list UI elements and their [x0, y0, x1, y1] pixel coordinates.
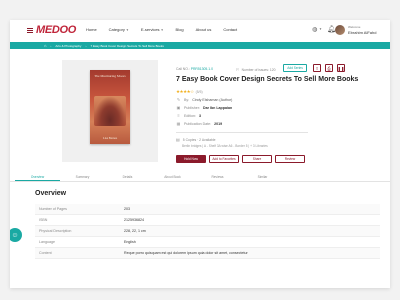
review-button[interactable]: Review [275, 155, 305, 163]
copies-availability: ▤ 5 Copies · 2 Available [176, 137, 216, 142]
overview-table: Number of Pages 203 ISBN 2125936824 Phys… [35, 204, 380, 259]
tab-similar[interactable]: Similar [240, 173, 285, 181]
book-title: 7 Easy Book Cover Design Secrets To Sell… [176, 76, 359, 83]
chevron-right-icon: › [50, 43, 52, 48]
library-location[interactable]: Berlin bridges | A - Shelf 3A wise A6 - … [182, 144, 268, 148]
rating-value: (5/5) [195, 90, 203, 94]
row-label: Number of Pages [39, 207, 67, 211]
nav-item-contact[interactable]: Contact [223, 27, 237, 32]
hamburger-menu-icon[interactable] [27, 28, 33, 33]
action-buttons: Hold Now Add to Favorites Share Review [176, 155, 305, 163]
detail-tabs: Overview Summary Details About Book Revi… [10, 173, 390, 182]
row-value: 203 [124, 207, 130, 211]
calendar-icon: ▦ [176, 121, 181, 126]
cover-title: The Murmuring Moors [94, 74, 126, 78]
user-name[interactable]: Ebrahim AlFahd [348, 30, 376, 35]
book-icon: ▤ [176, 137, 180, 142]
tab-about-book[interactable]: About Book [150, 173, 195, 181]
row-label: Physical Description [39, 229, 72, 233]
nav-item-eservices[interactable]: E-services▼ [141, 27, 164, 32]
app-window: MEDOO Home Category▼ E-services▼ Blog Ab… [10, 20, 390, 288]
divider [176, 132, 308, 133]
nav-item-home[interactable]: Home [86, 27, 97, 32]
edition-row: ≡ Edition: 3 [177, 113, 201, 118]
bookmark-icon: ⚐ [236, 67, 240, 72]
layers-icon: ≡ [177, 113, 180, 118]
publisher-row: ▣ Publisher: Dar Ibn Lappaian [176, 105, 233, 110]
globe-icon[interactable]: ◍ [312, 26, 317, 33]
hold-now-button[interactable]: Hold Now [176, 155, 206, 163]
cover-author: Lisa Barnes [102, 136, 118, 140]
bookmark-icon[interactable]: ❚❚ [337, 64, 345, 72]
welcome-text: Welcome [348, 25, 361, 29]
row-value: 2125936824 [124, 218, 144, 222]
add-to-favorites-button[interactable]: Add to Favorites [209, 155, 239, 163]
share-icon[interactable]: ⇪ [313, 64, 321, 72]
home-icon[interactable]: ⌂ [44, 43, 46, 48]
building-icon: ▣ [176, 105, 181, 110]
nav-item-about[interactable]: About us [196, 27, 212, 32]
author-label: By: [184, 97, 190, 102]
breadcrumb: ⌂ › Arts & Photography › 7 Easy Book Cov… [10, 42, 390, 49]
top-navbar: MEDOO Home Category▼ E-services▼ Blog Ab… [10, 20, 390, 42]
chat-support-icon[interactable]: ☺ [10, 228, 22, 242]
cover-artwork [94, 96, 126, 126]
table-row: Number of Pages 203 [35, 204, 380, 215]
edition-value: 3 [199, 113, 201, 118]
book-image-panel: The Murmuring Moors Lisa Barnes [62, 60, 158, 162]
row-value: English [124, 240, 136, 244]
avatar[interactable] [335, 25, 345, 35]
row-value: Reque porro quisquam est qui dolorem ips… [124, 251, 248, 255]
chevron-down-icon: ▼ [125, 28, 129, 32]
main-nav: Home Category▼ E-services▼ Blog About us… [86, 27, 237, 32]
chevron-down-icon: ▼ [160, 28, 164, 32]
rating: ★★★★☆ (5/5) [176, 89, 203, 95]
tab-reviews[interactable]: Reviews [195, 173, 240, 181]
tab-details[interactable]: Details [105, 173, 150, 181]
share-button[interactable]: Share [242, 155, 272, 163]
pen-icon: ✎ [176, 97, 181, 102]
row-label: Language [39, 240, 55, 244]
table-row: Language English [35, 237, 380, 248]
publication-date-value: 2019 [214, 121, 223, 126]
row-value: 228, 22, 1 cm [124, 229, 146, 233]
table-row: Physical Description 228, 22, 1 cm [35, 226, 380, 237]
star-rating-icon[interactable]: ★★★★☆ [176, 89, 194, 95]
chevron-down-icon: ▼ [319, 27, 322, 31]
table-row: ISBN 2125936824 [35, 215, 380, 226]
row-label: Content [39, 251, 52, 255]
tab-summary[interactable]: Summary [60, 173, 105, 181]
breadcrumb-item-category[interactable]: Arts & Photography [55, 44, 81, 48]
overview-title: Overview [35, 190, 67, 197]
row-label: ISBN [39, 218, 48, 222]
author-row: ✎ By: Cindy Elshaman (Author) [176, 97, 326, 102]
print-icon[interactable]: ⎙ [325, 64, 333, 72]
nav-item-category[interactable]: Category▼ [109, 27, 129, 32]
breadcrumb-item-current: 7 Easy Book Cover Design Secrets To Sell… [90, 43, 164, 48]
tab-overview[interactable]: Overview [15, 173, 60, 181]
call-number-value: PRR51305.1.0 [190, 67, 213, 71]
add-series-button[interactable]: Add Series [283, 64, 307, 72]
nav-item-blog[interactable]: Blog [176, 27, 184, 32]
logo[interactable]: MEDOO [36, 24, 76, 36]
table-row: Content Reque porro quisquam est qui dol… [35, 248, 380, 259]
call-number: Call NO.: PRR51305.1.0 [176, 67, 213, 71]
publication-date-row: ▦ Publication Date: 2019 [176, 121, 223, 126]
chevron-right-icon: › [85, 43, 87, 48]
publisher-name[interactable]: Dar Ibn Lappaian [203, 106, 232, 110]
author-name[interactable]: Cindy Elshaman (Author) [192, 98, 232, 102]
book-cover[interactable]: The Murmuring Moors Lisa Barnes [90, 70, 130, 144]
issues-count: ⚐ Number of issues: 120 [236, 67, 276, 72]
